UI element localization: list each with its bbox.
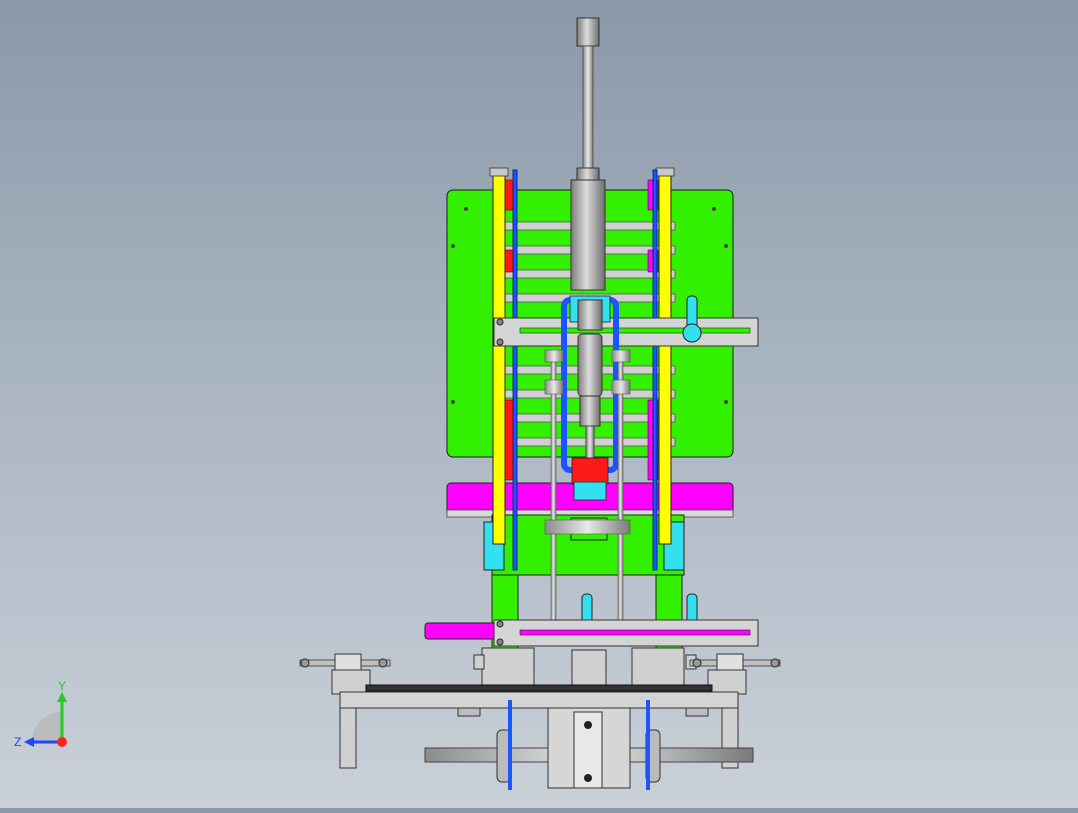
origin-dot xyxy=(57,737,67,747)
right-yellow-rail xyxy=(655,167,675,545)
upper-crossbar xyxy=(493,317,759,347)
z-axis-label: Z xyxy=(14,735,21,749)
axis-triad: Y Z xyxy=(10,679,80,750)
triad-arc xyxy=(32,712,62,742)
lower-crossbar xyxy=(424,619,759,647)
left-yellow-rail xyxy=(489,167,509,545)
mounting-blocks xyxy=(473,647,697,689)
y-axis-label: Y xyxy=(58,680,66,693)
assembly-drawing xyxy=(299,17,781,790)
left-side-clamp[interactable] xyxy=(299,653,391,673)
cad-viewport[interactable] xyxy=(0,0,1078,808)
right-side-clamp[interactable] xyxy=(689,653,781,673)
pneumatic-cylinder xyxy=(570,17,606,291)
